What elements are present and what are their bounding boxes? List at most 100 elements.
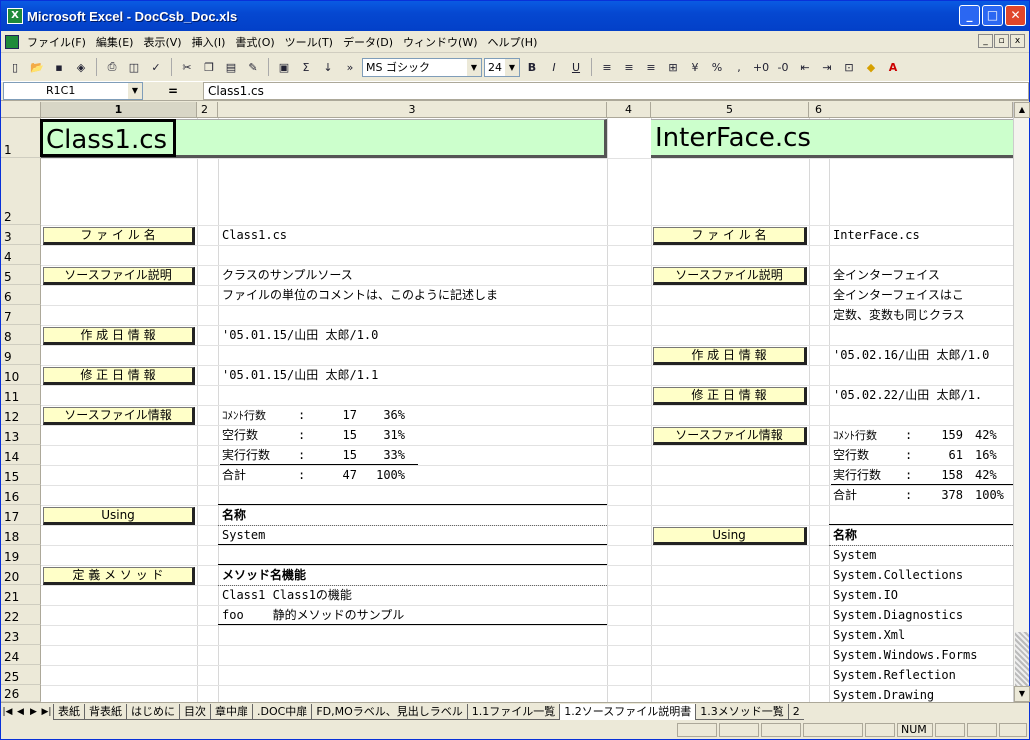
right-stat-count[interactable]: 61 — [927, 446, 963, 465]
workbook-close-button[interactable]: x — [1010, 34, 1025, 48]
row-header-17[interactable]: 17 — [1, 505, 41, 525]
align-left-icon[interactable]: ≡ — [597, 57, 617, 77]
row-header-26[interactable]: 26 — [1, 685, 41, 702]
left-method-item[interactable]: foo 静的メソッドのサンプル — [218, 606, 607, 625]
row-header-3[interactable]: 3 — [1, 225, 41, 245]
right-using-item[interactable]: System.IO — [829, 586, 1013, 605]
first-sheet-icon[interactable]: |◀ — [1, 707, 14, 717]
left-stat-pct[interactable]: 36% — [363, 406, 405, 425]
left-using-item[interactable]: System — [218, 526, 607, 545]
left-stat-count[interactable]: 17 — [327, 406, 357, 425]
vertical-scrollbar[interactable]: ▲ ▼ — [1013, 102, 1030, 702]
right-stat-pct[interactable]: 100% — [971, 486, 1013, 505]
menu-data[interactable]: データ(D) — [338, 34, 398, 50]
print-preview-icon[interactable]: ◫ — [124, 57, 144, 77]
chevron-down-icon[interactable]: ▼ — [128, 83, 142, 99]
left-created-value[interactable]: '05.01.15/山田 太郎/1.0 — [218, 326, 607, 345]
format-painter-icon[interactable]: ✎ — [243, 57, 263, 77]
underline-icon[interactable]: U — [566, 57, 586, 77]
sort-ascending-icon[interactable]: ↓ — [318, 57, 338, 77]
permission-icon[interactable]: ◈ — [71, 57, 91, 77]
next-sheet-icon[interactable]: ▶ — [27, 707, 40, 717]
sheet-tab[interactable]: 1.1ファイル一覧 — [466, 703, 560, 720]
right-stat-pct[interactable]: 42% — [971, 466, 1013, 485]
column-header-2[interactable]: 2 — [197, 102, 218, 118]
borders-icon[interactable]: ⊡ — [839, 57, 859, 77]
last-sheet-icon[interactable]: ▶| — [40, 707, 53, 717]
prev-sheet-icon[interactable]: ◀ — [14, 707, 27, 717]
right-desc-line-1[interactable]: 全インターフェイス — [829, 266, 1013, 285]
right-modified-value[interactable]: '05.02.22/山田 太郎/1. — [829, 386, 1013, 405]
workbook-minimize-button[interactable]: _ — [978, 34, 993, 48]
left-file-name-value[interactable]: Class1.cs — [218, 226, 607, 245]
merge-center-icon[interactable]: ⊞ — [663, 57, 683, 77]
align-center-icon[interactable]: ≡ — [619, 57, 639, 77]
percent-icon[interactable]: % — [707, 57, 727, 77]
open-icon[interactable]: 📂 — [27, 57, 47, 77]
menu-help[interactable]: ヘルプ(H) — [483, 34, 543, 50]
row-header-12[interactable]: 12 — [1, 405, 41, 425]
right-stat-name[interactable]: 実行行数 — [829, 466, 909, 485]
scroll-down-icon[interactable]: ▼ — [1014, 686, 1030, 702]
right-stat-pct[interactable]: 16% — [971, 446, 1013, 465]
increase-indent-icon[interactable]: ⇥ — [817, 57, 837, 77]
row-header-24[interactable]: 24 — [1, 645, 41, 665]
formula-equals-icon[interactable]: = — [143, 84, 203, 98]
chevron-down-icon[interactable]: ▼ — [505, 58, 519, 76]
left-stat-name[interactable]: 合計 — [218, 466, 298, 485]
left-method-item[interactable]: Class1 Class1の機能 — [218, 586, 607, 605]
right-stat-name[interactable]: 合計 — [829, 486, 909, 505]
row-header-7[interactable]: 7 — [1, 305, 41, 325]
left-stat-pct[interactable]: 31% — [363, 426, 405, 445]
menu-format[interactable]: 書式(O) — [230, 34, 279, 50]
right-file-name-value[interactable]: InterFace.cs — [829, 226, 1013, 245]
row-header-21[interactable]: 21 — [1, 585, 41, 605]
row-header-22[interactable]: 22 — [1, 605, 41, 625]
align-right-icon[interactable]: ≡ — [641, 57, 661, 77]
worksheet-grid[interactable]: 1 2 3 4 5 6 1 2 3 4 5 6 7 8 9 10 11 12 1… — [1, 102, 1013, 702]
decrease-decimal-icon[interactable]: -0 — [773, 57, 793, 77]
right-stat-name[interactable]: ｺﾒﾝﾄ行数 — [829, 426, 909, 445]
row-header-15[interactable]: 15 — [1, 465, 41, 485]
left-stat-name[interactable]: ｺﾒﾝﾄ行数 — [218, 406, 298, 425]
maximize-button[interactable]: □ — [982, 5, 1003, 26]
sheet-tab[interactable]: 2 — [787, 703, 804, 720]
row-header-23[interactable]: 23 — [1, 625, 41, 645]
left-stat-count[interactable]: 15 — [327, 426, 357, 445]
right-stat-count[interactable]: 158 — [927, 466, 963, 485]
insert-function-icon[interactable]: ▣ — [274, 57, 294, 77]
right-using-item[interactable]: System.Drawing — [829, 686, 1013, 702]
row-header-1[interactable]: 1 — [1, 118, 41, 158]
decrease-indent-icon[interactable]: ⇤ — [795, 57, 815, 77]
spelling-icon[interactable]: ✓ — [146, 57, 166, 77]
workbook-icon[interactable] — [5, 34, 19, 49]
row-header-18[interactable]: 18 — [1, 525, 41, 545]
column-header-6[interactable]: 6 — [809, 102, 1013, 118]
sheet-tab[interactable]: 表紙 — [53, 703, 84, 720]
font-name-select[interactable]: MS ゴシック ▼ — [362, 57, 482, 77]
menu-edit[interactable]: 編集(E) — [91, 34, 139, 50]
right-title-cell[interactable]: InterFace.cs — [655, 123, 811, 153]
right-desc-line-2[interactable]: 全インターフェイスはこ — [829, 286, 1013, 305]
chevron-down-icon[interactable]: ▼ — [467, 58, 481, 76]
row-header-5[interactable]: 5 — [1, 265, 41, 285]
left-stat-name[interactable]: 空行数 — [218, 426, 298, 445]
row-header-4[interactable]: 4 — [1, 245, 41, 265]
sheet-tab[interactable]: 1.3メソッド一覧 — [695, 703, 788, 720]
sheet-tab[interactable]: 目次 — [179, 703, 210, 720]
italic-icon[interactable]: I — [544, 57, 564, 77]
bold-icon[interactable]: B — [522, 57, 542, 77]
column-header-3[interactable]: 3 — [218, 102, 607, 118]
sheet-tab[interactable]: .DOC中扉 — [252, 703, 312, 720]
right-stat-pct[interactable]: 42% — [971, 426, 1013, 445]
menu-view[interactable]: 表示(V) — [138, 34, 186, 50]
menu-insert[interactable]: 挿入(I) — [187, 34, 231, 50]
right-desc-line-3[interactable]: 定数、変数も同じクラス — [829, 306, 1013, 325]
right-created-value[interactable]: '05.02.16/山田 太郎/1.0 — [829, 346, 1013, 365]
workbook-restore-button[interactable]: ▫ — [994, 34, 1009, 48]
right-stat-count[interactable]: 378 — [927, 486, 963, 505]
left-stat-count[interactable]: 15 — [327, 446, 357, 465]
row-header-25[interactable]: 25 — [1, 665, 41, 685]
menu-window[interactable]: ウィンドウ(W) — [398, 34, 482, 50]
toolbar-options-icon[interactable]: » — [340, 57, 360, 77]
